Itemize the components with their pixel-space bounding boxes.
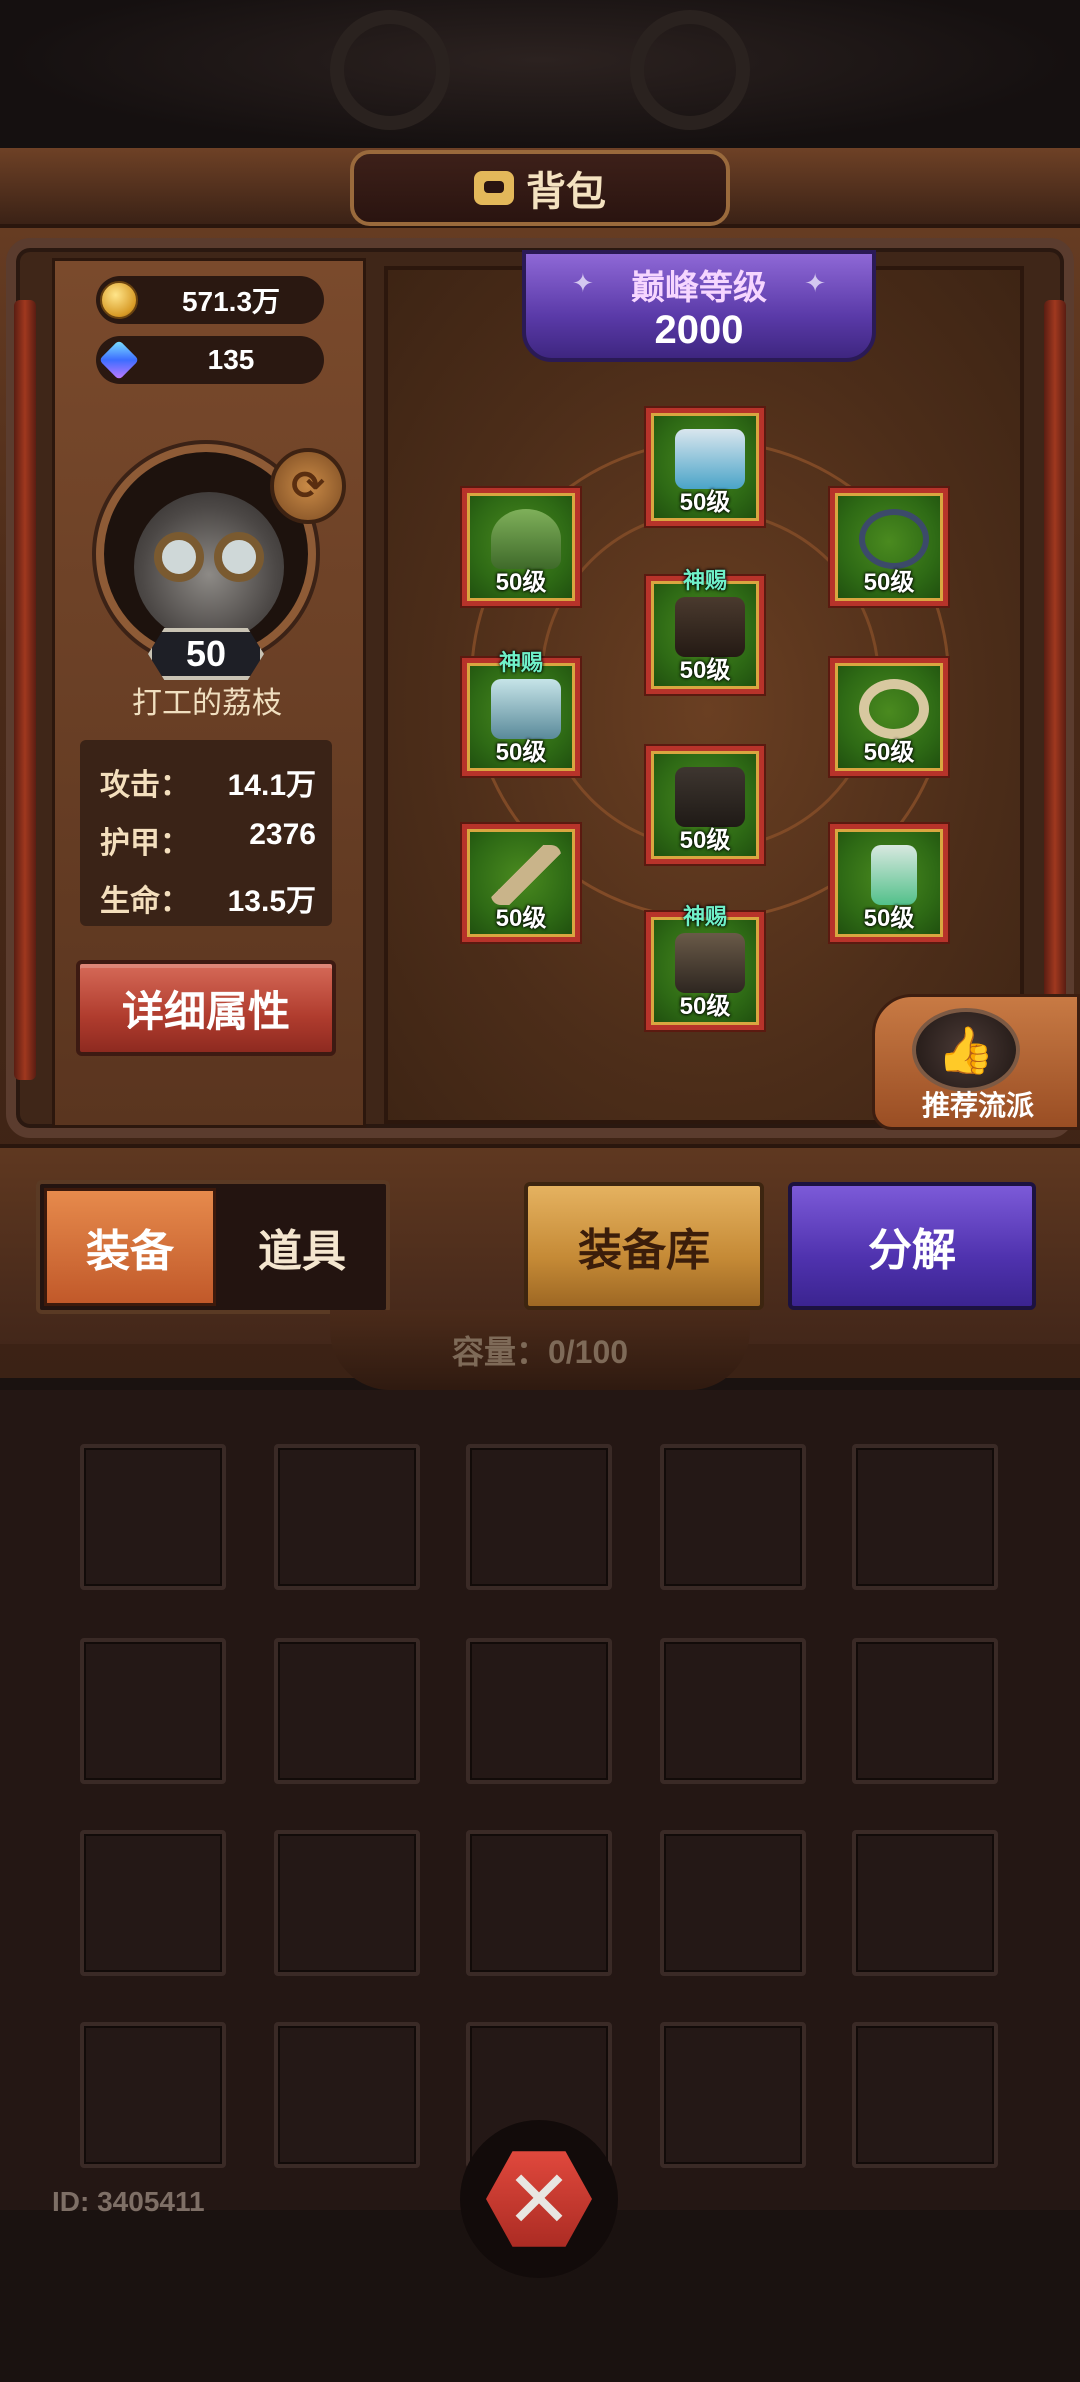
- tab-equipment[interactable]: 装备: [44, 1188, 216, 1306]
- title-plate: 背包: [350, 150, 730, 226]
- peak-level-plate: ✦ ✦ 巅峰等级 2000: [522, 250, 876, 362]
- stat-attack: 攻击： 14.1万: [100, 760, 316, 804]
- inventory-slot[interactable]: [80, 1830, 226, 1976]
- stat-armor: 护甲： 2376: [100, 818, 316, 862]
- stat-label: 攻击：: [100, 769, 190, 802]
- slot-level: 50级: [495, 739, 547, 766]
- slot-level: 50级: [679, 827, 731, 854]
- divine-gift-label: 神赐: [682, 568, 727, 593]
- change-avatar-button[interactable]: ⟳: [270, 448, 346, 524]
- raccoon-portrait: [134, 492, 284, 642]
- equip-slot-pants[interactable]: 50级: [646, 746, 764, 864]
- inventory-slot[interactable]: [80, 1444, 226, 1590]
- inventory-slot[interactable]: [466, 1638, 612, 1784]
- refresh-icon: ⟳: [291, 464, 325, 508]
- stat-value: 14.1万: [227, 769, 316, 802]
- close-button[interactable]: ✕: [460, 2120, 618, 2278]
- backpack-icon: [474, 171, 514, 205]
- equip-slot-ring[interactable]: 50级: [830, 658, 948, 776]
- inventory-slot[interactable]: [660, 1444, 806, 1590]
- equipment-storage-button[interactable]: 装备库: [524, 1182, 764, 1310]
- equip-slot-helmet[interactable]: 50级: [462, 488, 580, 606]
- divine-gift-label: 神赐: [498, 650, 543, 675]
- slot-level: 50级: [863, 569, 915, 596]
- amulet-icon: [859, 509, 929, 569]
- peak-level-value: 2000: [654, 308, 744, 352]
- ornament: [630, 10, 750, 130]
- gold-amount: 571.3万: [181, 286, 281, 317]
- equip-slot-syringe[interactable]: 50级: [462, 824, 580, 942]
- inventory-slot[interactable]: [852, 2022, 998, 2168]
- armor-icon: [675, 597, 745, 657]
- pants-icon: [675, 767, 745, 827]
- ring-icon: [859, 679, 929, 739]
- inventory-slot[interactable]: [852, 1444, 998, 1590]
- capacity-indicator: 容量：0/100: [330, 1310, 750, 1390]
- goggle: [154, 532, 204, 582]
- player-name: 打工的荔枝: [132, 687, 282, 720]
- slot-level: 50级: [679, 657, 731, 684]
- mask-icon: [675, 429, 745, 489]
- equip-slot-potion[interactable]: 50级: [830, 824, 948, 942]
- stat-label: 生命：: [100, 885, 190, 918]
- gem-amount: 135: [207, 344, 255, 375]
- slot-level: 50级: [863, 739, 915, 766]
- inventory-slot[interactable]: [80, 2022, 226, 2168]
- stat-label: 护甲：: [100, 827, 190, 860]
- star-icon: ✦: [572, 268, 594, 298]
- inventory-slot[interactable]: [274, 1830, 420, 1976]
- left-side-strip: [14, 300, 36, 1080]
- stat-health: 生命： 13.5万: [100, 876, 316, 920]
- divine-gift-label: 神赐: [682, 904, 727, 929]
- right-side-strip: [1044, 300, 1066, 1080]
- equip-slot-gloves[interactable]: 神赐 50级: [462, 650, 580, 776]
- equip-slot-mask[interactable]: 50级: [646, 408, 764, 526]
- player-level-badge: 50: [148, 628, 264, 680]
- stat-value: 13.5万: [227, 885, 316, 918]
- inventory-slot[interactable]: [660, 2022, 806, 2168]
- inventory-slot[interactable]: [660, 1830, 806, 1976]
- goggle: [214, 532, 264, 582]
- helmet-icon: [491, 509, 561, 569]
- inventory-slot[interactable]: [274, 1638, 420, 1784]
- slot-level: 50级: [495, 905, 547, 932]
- gold-coin-icon: [100, 281, 138, 319]
- tab-items[interactable]: 道具: [220, 1188, 384, 1306]
- ornament: [330, 10, 450, 130]
- inventory-slot[interactable]: [80, 1638, 226, 1784]
- user-id: ID: 3405411: [52, 2186, 205, 2217]
- potion-icon: [871, 845, 917, 905]
- inventory-slot[interactable]: [274, 1444, 420, 1590]
- star-icon: ✦: [804, 268, 826, 298]
- inventory-slot[interactable]: [274, 2022, 420, 2168]
- equip-slot-boots[interactable]: 神赐 50级: [646, 904, 764, 1030]
- equip-slot-amulet[interactable]: 50级: [830, 488, 948, 606]
- slot-level: 50级: [679, 489, 731, 516]
- top-decoration: [0, 0, 1080, 150]
- recommend-build-label: 推荐流派: [921, 1090, 1034, 1121]
- slot-level: 50级: [863, 905, 915, 932]
- gloves-icon: [491, 679, 561, 739]
- boots-icon: [675, 933, 745, 993]
- gem-currency: 135: [96, 336, 324, 384]
- close-icon: ✕: [486, 2151, 592, 2247]
- decompose-button[interactable]: 分解: [788, 1182, 1036, 1310]
- inventory-slot[interactable]: [466, 1830, 612, 1976]
- slot-level: 50级: [679, 993, 731, 1020]
- equip-slot-armor[interactable]: 神赐 50级: [646, 568, 764, 694]
- gem-icon: [98, 339, 140, 381]
- inventory-slot[interactable]: [852, 1830, 998, 1976]
- detail-attributes-button[interactable]: 详细属性: [76, 960, 336, 1056]
- inventory-slot[interactable]: [660, 1638, 806, 1784]
- stats-box: 攻击： 14.1万 护甲： 2376 生命： 13.5万: [80, 740, 332, 926]
- slot-level: 50级: [495, 569, 547, 596]
- syringe-icon: [491, 845, 561, 905]
- thumbs-up-icon: 👍: [912, 1008, 1020, 1092]
- inventory-slot[interactable]: [852, 1638, 998, 1784]
- stat-value: 2376: [249, 818, 316, 851]
- gold-currency: 571.3万: [96, 276, 324, 324]
- page-title: 背包: [526, 170, 606, 214]
- inventory-slot[interactable]: [466, 1444, 612, 1590]
